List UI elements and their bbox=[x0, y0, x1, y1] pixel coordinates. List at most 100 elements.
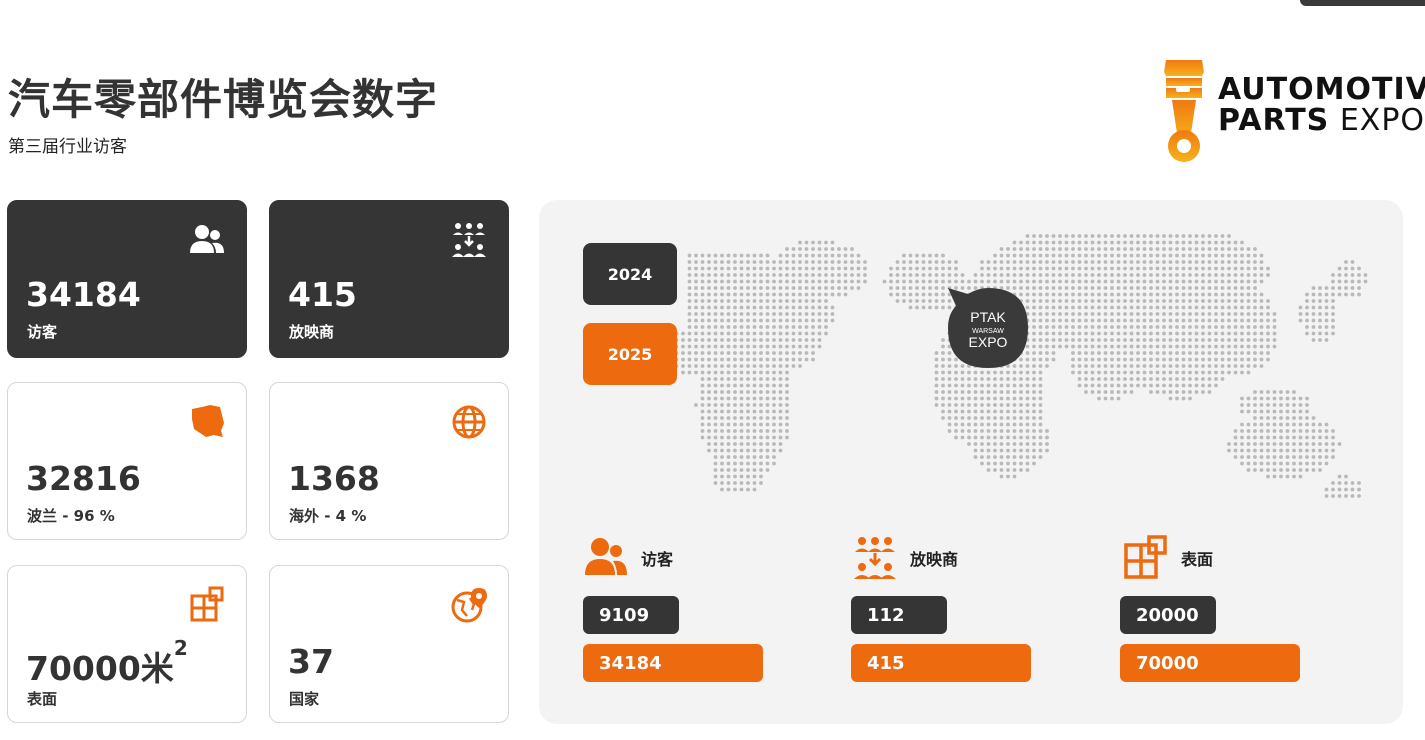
map-dot bbox=[1136, 338, 1140, 342]
map-dot bbox=[707, 299, 711, 303]
map-dot bbox=[733, 312, 737, 316]
map-dot bbox=[700, 299, 705, 303]
map-dot bbox=[999, 461, 1004, 466]
map-dot bbox=[1266, 266, 1270, 271]
map-dot bbox=[1259, 344, 1264, 349]
map-dot bbox=[1110, 299, 1114, 303]
year-button-2024[interactable]: 2024 bbox=[583, 243, 677, 305]
map-dot bbox=[1188, 377, 1192, 381]
map-dot bbox=[1045, 234, 1049, 238]
map-dot bbox=[772, 403, 776, 407]
map-dot bbox=[785, 409, 789, 414]
map-dot bbox=[1240, 273, 1244, 277]
map-dot bbox=[980, 260, 984, 264]
map-dot bbox=[1344, 279, 1348, 284]
map-dot bbox=[1331, 299, 1335, 303]
map-dot bbox=[1181, 377, 1186, 381]
map-dot bbox=[1077, 299, 1082, 303]
map-dot bbox=[921, 305, 926, 310]
floor-plan-icon bbox=[1124, 535, 1167, 579]
map-dot bbox=[980, 435, 984, 440]
map-dot bbox=[1259, 312, 1264, 316]
map-dot bbox=[778, 292, 783, 297]
map-dot bbox=[1038, 448, 1043, 453]
map-dot bbox=[1019, 409, 1023, 414]
map-dot bbox=[739, 429, 744, 433]
map-dot bbox=[1233, 292, 1238, 297]
map-dot bbox=[1298, 442, 1303, 446]
map-dot bbox=[720, 266, 724, 271]
map-dot bbox=[1253, 416, 1257, 420]
map-dot bbox=[1116, 292, 1121, 297]
map-dot bbox=[1110, 247, 1114, 251]
map-dot bbox=[726, 396, 731, 401]
map-dot bbox=[1324, 435, 1329, 440]
map-dot bbox=[1311, 448, 1316, 453]
map-dot bbox=[1038, 247, 1043, 251]
map-dot bbox=[1194, 344, 1199, 349]
map-dot bbox=[843, 292, 848, 297]
map-dot bbox=[765, 377, 770, 381]
map-dot bbox=[1064, 279, 1069, 284]
map-dot bbox=[1240, 286, 1244, 290]
map-dot bbox=[1162, 247, 1166, 251]
map-dot bbox=[1181, 390, 1186, 394]
map-dot bbox=[850, 253, 854, 258]
map-dot bbox=[720, 286, 724, 290]
map-dot bbox=[1279, 468, 1283, 472]
map-dot bbox=[1188, 364, 1192, 368]
map-dot bbox=[986, 435, 991, 440]
map-dot bbox=[1123, 312, 1127, 316]
map-dot bbox=[713, 461, 718, 466]
map-dot bbox=[1305, 455, 1309, 459]
map-dot bbox=[1240, 266, 1244, 271]
marker-line1: PTAK bbox=[970, 309, 1006, 325]
map-dot bbox=[1233, 370, 1238, 375]
map-dot bbox=[1175, 370, 1179, 375]
map-dot bbox=[804, 305, 809, 310]
map-dot bbox=[1201, 266, 1205, 271]
map-dot bbox=[1357, 286, 1361, 290]
automotive-parts-expo-logo[interactable]: AUTOMOTIVE PARTS EXPO bbox=[1162, 58, 1425, 168]
map-dot bbox=[1259, 299, 1264, 303]
year-button-2025[interactable]: 2025 bbox=[583, 323, 677, 385]
map-dot bbox=[687, 253, 692, 258]
map-dot bbox=[791, 305, 796, 310]
map-dot bbox=[856, 253, 861, 258]
map-dot bbox=[941, 305, 945, 310]
map-dot bbox=[694, 318, 698, 323]
map-dot bbox=[830, 253, 835, 258]
map-dot bbox=[765, 260, 770, 264]
map-dot bbox=[1298, 403, 1303, 407]
map-dot bbox=[1227, 247, 1231, 251]
map-dot bbox=[778, 390, 783, 394]
map-dot bbox=[1331, 325, 1335, 329]
map-dot bbox=[785, 351, 789, 355]
map-dot bbox=[1090, 234, 1095, 238]
map-dot bbox=[1045, 429, 1049, 433]
map-dot bbox=[1149, 305, 1153, 310]
map-dot bbox=[1162, 266, 1166, 271]
map-dot bbox=[772, 377, 776, 381]
map-dot bbox=[1220, 234, 1225, 238]
map-dot bbox=[1006, 442, 1010, 446]
map-dot bbox=[1019, 422, 1023, 427]
map-dot bbox=[752, 318, 757, 323]
map-dot bbox=[1324, 338, 1329, 342]
map-dot bbox=[1214, 266, 1218, 271]
map-dot bbox=[765, 312, 770, 316]
top-tab[interactable] bbox=[1300, 0, 1425, 6]
map-dot bbox=[1136, 331, 1140, 336]
map-dot bbox=[1227, 318, 1231, 323]
map-dot bbox=[1272, 325, 1277, 329]
map-dot bbox=[1207, 383, 1212, 388]
map-dot bbox=[928, 273, 932, 277]
map-dot bbox=[1006, 422, 1010, 427]
map-dot bbox=[726, 364, 731, 368]
map-dot bbox=[1090, 312, 1095, 316]
map-dot bbox=[1084, 312, 1088, 316]
map-dot bbox=[804, 279, 809, 284]
map-dot bbox=[1246, 266, 1251, 271]
map-dot bbox=[739, 487, 744, 492]
map-dot bbox=[1077, 351, 1082, 355]
